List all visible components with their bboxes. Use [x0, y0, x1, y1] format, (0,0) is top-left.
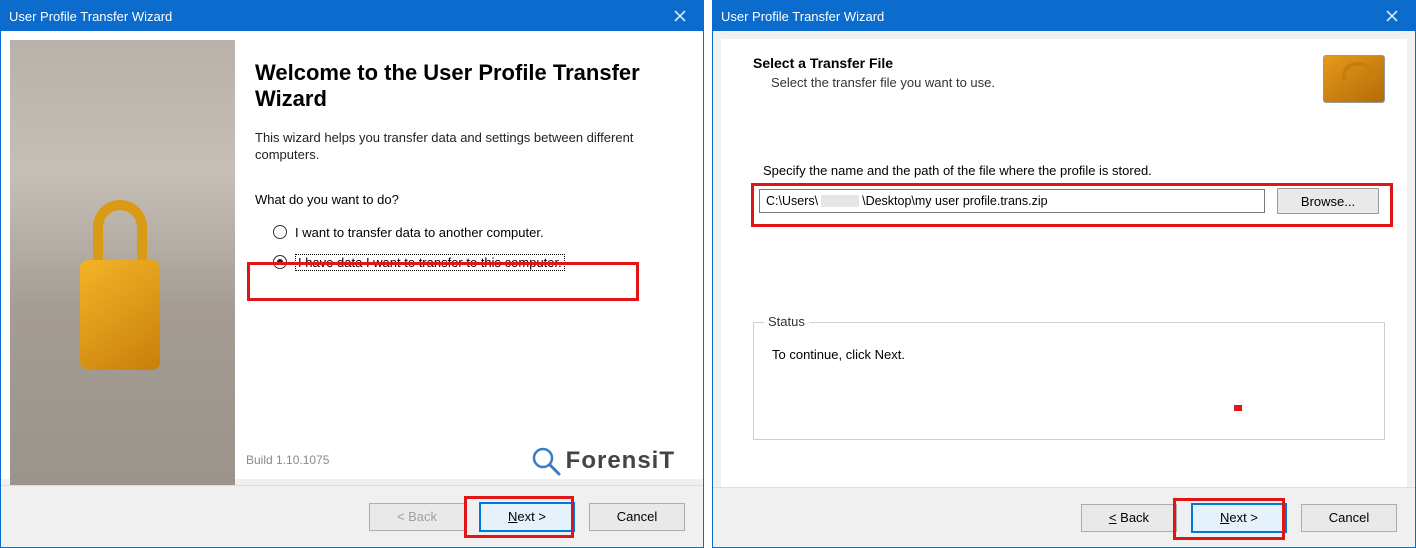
question-text: What do you want to do?	[255, 192, 664, 207]
close-icon[interactable]	[657, 1, 703, 31]
status-text: To continue, click Next.	[772, 347, 1366, 362]
radio-option-receive[interactable]: I have data I want to transfer to this c…	[273, 254, 664, 271]
radio-option-send[interactable]: I want to transfer data to another compu…	[273, 225, 664, 240]
page-heading: Welcome to the User Profile Transfer Wiz…	[255, 60, 664, 113]
lock-icon	[65, 180, 175, 380]
titlebar[interactable]: User Profile Transfer Wizard	[713, 1, 1415, 31]
step-subtitle: Select the transfer file you want to use…	[771, 75, 1323, 90]
window-body: Welcome to the User Profile Transfer Wiz…	[1, 31, 703, 485]
radio-icon[interactable]	[273, 225, 287, 239]
window-title: User Profile Transfer Wizard	[721, 9, 884, 24]
next-button[interactable]: Next >	[479, 502, 575, 532]
radio-label: I want to transfer data to another compu…	[295, 225, 544, 240]
cancel-button[interactable]: Cancel	[1301, 504, 1397, 532]
status-legend: Status	[764, 314, 809, 329]
status-group: Status To continue, click Next.	[753, 322, 1385, 440]
step-title: Select a Transfer File	[753, 55, 1323, 71]
brand-logo: ForensiT	[530, 445, 675, 477]
back-button: < Back	[369, 503, 465, 531]
annotation-dot	[1234, 405, 1242, 411]
next-button[interactable]: Next >	[1191, 503, 1287, 533]
radio-icon[interactable]	[273, 255, 287, 269]
back-button[interactable]: < Back	[1081, 504, 1177, 532]
path-label: Specify the name and the path of the fil…	[763, 163, 1385, 178]
wizard-window-select-file: User Profile Transfer Wizard Select a Tr…	[712, 0, 1416, 548]
wizard-button-row: < Back Next > Cancel	[713, 487, 1415, 547]
wizard-button-row: < Back Next > Cancel	[1, 485, 703, 547]
redacted-username	[821, 195, 859, 207]
window-title: User Profile Transfer Wizard	[9, 9, 172, 24]
path-prefix: C:\Users\	[766, 194, 818, 208]
browse-button[interactable]: Browse...	[1277, 188, 1379, 214]
intro-text: This wizard helps you transfer data and …	[255, 129, 664, 164]
build-label: Build 1.10.1075	[246, 453, 329, 467]
window-body: Select a Transfer File Select the transf…	[713, 31, 1415, 487]
magnifier-icon	[530, 445, 562, 477]
transfer-file-path-input[interactable]: C:\Users\ \Desktop\my user profile.trans…	[759, 189, 1265, 213]
path-suffix: \Desktop\my user profile.trans.zip	[862, 194, 1048, 208]
radio-label: I have data I want to transfer to this c…	[295, 254, 565, 271]
step-icon	[1323, 55, 1385, 103]
cancel-button[interactable]: Cancel	[589, 503, 685, 531]
wizard-window-welcome: User Profile Transfer Wizard Welcome to …	[0, 0, 704, 548]
brand-text: ForensiT	[566, 447, 675, 475]
close-icon[interactable]	[1369, 1, 1415, 31]
titlebar[interactable]: User Profile Transfer Wizard	[1, 1, 703, 31]
wizard-sidebar-image	[10, 40, 235, 488]
